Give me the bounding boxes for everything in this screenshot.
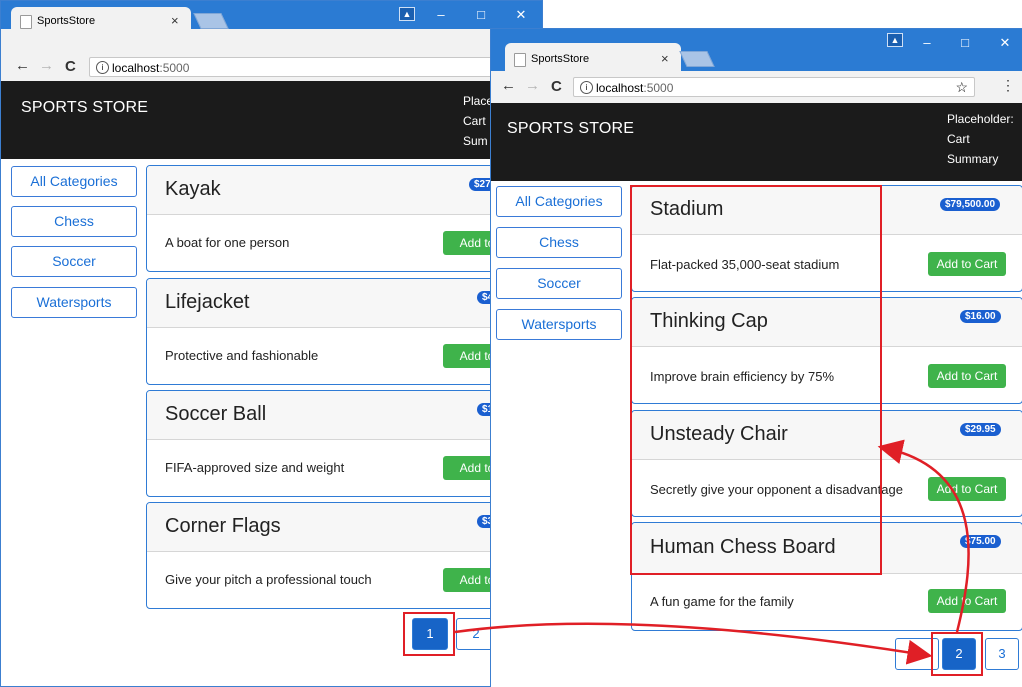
annotation-arrows (454, 439, 970, 665)
arrow-page1-to-page2 (454, 622, 933, 665)
arrow-page2-to-products (877, 439, 970, 633)
